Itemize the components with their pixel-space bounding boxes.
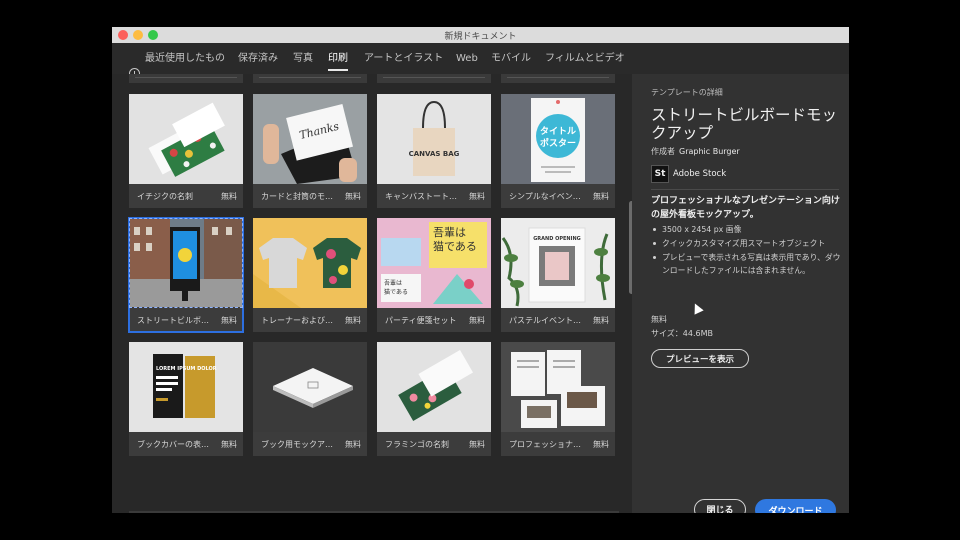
template-name: プロフェッショナ… bbox=[509, 440, 581, 449]
template-price: 無料 bbox=[593, 440, 609, 449]
template-price: 無料 bbox=[221, 316, 237, 325]
author-name: Graphic Burger bbox=[679, 147, 740, 156]
details-size: サイズ：44.6MB bbox=[651, 329, 713, 338]
card-partial bbox=[501, 74, 615, 83]
tote-text: CANVAS BAG bbox=[409, 150, 460, 158]
template-card-pastel-event[interactable]: GRAND OPENING パステルイベント… 無料 bbox=[501, 218, 615, 332]
template-thumbnail bbox=[129, 218, 243, 308]
template-name: トレーナーおよび… bbox=[261, 316, 333, 325]
template-price: 無料 bbox=[221, 192, 237, 201]
template-name: ブック用モックア… bbox=[261, 440, 333, 449]
template-thumbnail bbox=[501, 342, 615, 432]
grand-opening-text: GRAND OPENING bbox=[533, 236, 581, 242]
details-section-label: テンプレートの詳細 bbox=[651, 88, 723, 97]
card-partial bbox=[377, 74, 491, 83]
template-name: カードと封筒のモ… bbox=[261, 192, 333, 201]
card-partial bbox=[129, 74, 243, 83]
template-thumbnail: Thanks bbox=[253, 94, 367, 184]
details-feature-list: 3500 x 2454 px 画像 クイックカスタマイズ用スマートオブジェクト … bbox=[651, 223, 841, 278]
template-thumbnail bbox=[377, 342, 491, 432]
template-name: イチジクの名刺 bbox=[137, 192, 193, 201]
template-price: 無料 bbox=[345, 316, 361, 325]
new-document-window: 新規ドキュメント 最近使用したもの 保存済み 写真 印刷 アートとイラスト We… bbox=[112, 27, 849, 513]
template-price: 無料 bbox=[345, 440, 361, 449]
author-label: 作成者 bbox=[651, 147, 675, 156]
template-card-flamingo-business-card[interactable]: フラミンゴの名刺 無料 bbox=[377, 342, 491, 456]
template-name: フラミンゴの名刺 bbox=[385, 440, 449, 449]
template-card-sweatshirt[interactable]: トレーナーおよび… 無料 bbox=[253, 218, 367, 332]
template-thumbnail bbox=[253, 218, 367, 308]
template-card-party-stationery[interactable]: 吾輩は 猫である 吾輩は 猫である パーティ便箋セット 無料 bbox=[377, 218, 491, 332]
template-name: キャンバストート… bbox=[385, 192, 457, 201]
book-cover-text: LOREM IPSUM DOLOR bbox=[156, 366, 217, 372]
template-card-street-billboard[interactable]: ストリートビルボ… 無料 bbox=[128, 217, 244, 333]
template-card-professional[interactable]: プロフェッショナ… 無料 bbox=[501, 342, 615, 456]
party-small-text-1: 吾輩は bbox=[384, 279, 402, 287]
template-price: 無料 bbox=[221, 440, 237, 449]
template-thumbnail: LOREM IPSUM DOLOR bbox=[129, 342, 243, 432]
category-tabs: 最近使用したもの 保存済み 写真 印刷 アートとイラスト Web モバイル フィ… bbox=[112, 43, 849, 79]
template-card-simple-event-poster[interactable]: タイトル ポスター シンプルなイベン… 無料 bbox=[501, 94, 615, 208]
tab-recent[interactable]: 最近使用したもの bbox=[145, 43, 225, 74]
feature-item: プレビューで表示される写真は表示用であり、ダウンロードしたファイルには含まれませ… bbox=[651, 251, 841, 277]
template-thumbnail: タイトル ポスター bbox=[501, 94, 615, 184]
grid-scrollbar[interactable] bbox=[629, 201, 632, 294]
feature-item: クイックカスタマイズ用スマートオブジェクト bbox=[651, 237, 841, 250]
details-description: プロフェッショナルなプレゼンテーション向けの屋外看板モックアップ。 bbox=[651, 196, 840, 220]
template-thumbnail: GRAND OPENING bbox=[501, 218, 615, 308]
template-card-canvas-tote[interactable]: CANVAS BAG キャンバストート… 無料 bbox=[377, 94, 491, 208]
window-title: 新規ドキュメント bbox=[444, 32, 517, 42]
poster-sub-text: ポスター bbox=[540, 137, 576, 149]
party-text-2: 猫である bbox=[433, 240, 477, 253]
details-author: 作成者 Graphic Burger bbox=[651, 146, 740, 157]
close-button[interactable]: 閉じる bbox=[694, 499, 746, 513]
adobe-stock-logo-icon: St bbox=[651, 165, 669, 183]
template-price: 無料 bbox=[345, 192, 361, 201]
template-thumbnail bbox=[253, 342, 367, 432]
template-thumbnail bbox=[129, 94, 243, 184]
template-card-fig-business-card[interactable]: イチジクの名刺 無料 bbox=[129, 94, 243, 208]
template-card-book-cover[interactable]: LOREM IPSUM DOLOR ブックカバーの表… 無料 bbox=[129, 342, 243, 456]
template-price: 無料 bbox=[593, 316, 609, 325]
feature-item: 3500 x 2454 px 画像 bbox=[651, 223, 841, 236]
template-price: 無料 bbox=[469, 440, 485, 449]
tab-art-illustration[interactable]: アートとイラスト bbox=[364, 43, 443, 74]
template-price: 無料 bbox=[469, 316, 485, 325]
template-price: 無料 bbox=[593, 192, 609, 201]
details-price: 無料 bbox=[651, 315, 667, 324]
show-preview-button[interactable]: プレビューを表示 bbox=[651, 349, 749, 368]
template-name: ストリートビルボ… bbox=[137, 316, 209, 325]
details-title: ストリートビルボードモックアップ bbox=[651, 106, 838, 142]
template-price: 無料 bbox=[469, 192, 485, 201]
template-thumbnail: 吾輩は 猫である 吾輩は 猫である bbox=[377, 218, 491, 308]
template-card-book-mockup[interactable]: ブック用モックア… 無料 bbox=[253, 342, 367, 456]
title-bar: 新規ドキュメント bbox=[112, 27, 849, 43]
template-name: ブックカバーの表… bbox=[137, 440, 209, 449]
template-details-panel: テンプレートの詳細 ストリートビルボードモックアップ 作成者 Graphic Bu… bbox=[639, 74, 849, 513]
download-button[interactable]: ダウンロード bbox=[755, 499, 836, 513]
tab-saved[interactable]: 保存済み bbox=[238, 43, 278, 74]
tab-film-video[interactable]: フィルムとビデオ bbox=[545, 43, 625, 74]
template-thumbnail: CANVAS BAG bbox=[377, 94, 491, 184]
template-card-card-envelope[interactable]: Thanks カードと封筒のモ… 無料 bbox=[253, 94, 367, 208]
template-grid: イチジクの名刺 無料 Thanks カードと封筒のモ… 無料 CANVAS BA… bbox=[112, 74, 632, 513]
stock-search-bar: 検索 bbox=[129, 511, 619, 513]
tab-web[interactable]: Web bbox=[456, 43, 478, 74]
divider bbox=[651, 189, 839, 190]
party-text-1: 吾輩は bbox=[433, 225, 466, 239]
stock-source-name: Adobe Stock bbox=[673, 169, 727, 179]
template-name: パステルイベント… bbox=[509, 316, 581, 325]
tab-photo[interactable]: 写真 bbox=[293, 43, 313, 74]
poster-title-text: タイトル bbox=[540, 125, 576, 137]
template-name: パーティ便箋セット bbox=[385, 316, 457, 325]
tab-print[interactable]: 印刷 bbox=[328, 43, 348, 74]
tab-mobile[interactable]: モバイル bbox=[491, 43, 531, 74]
card-partial bbox=[253, 74, 367, 83]
party-small-text-2: 猫である bbox=[384, 288, 408, 296]
template-name: シンプルなイベン… bbox=[509, 192, 581, 201]
